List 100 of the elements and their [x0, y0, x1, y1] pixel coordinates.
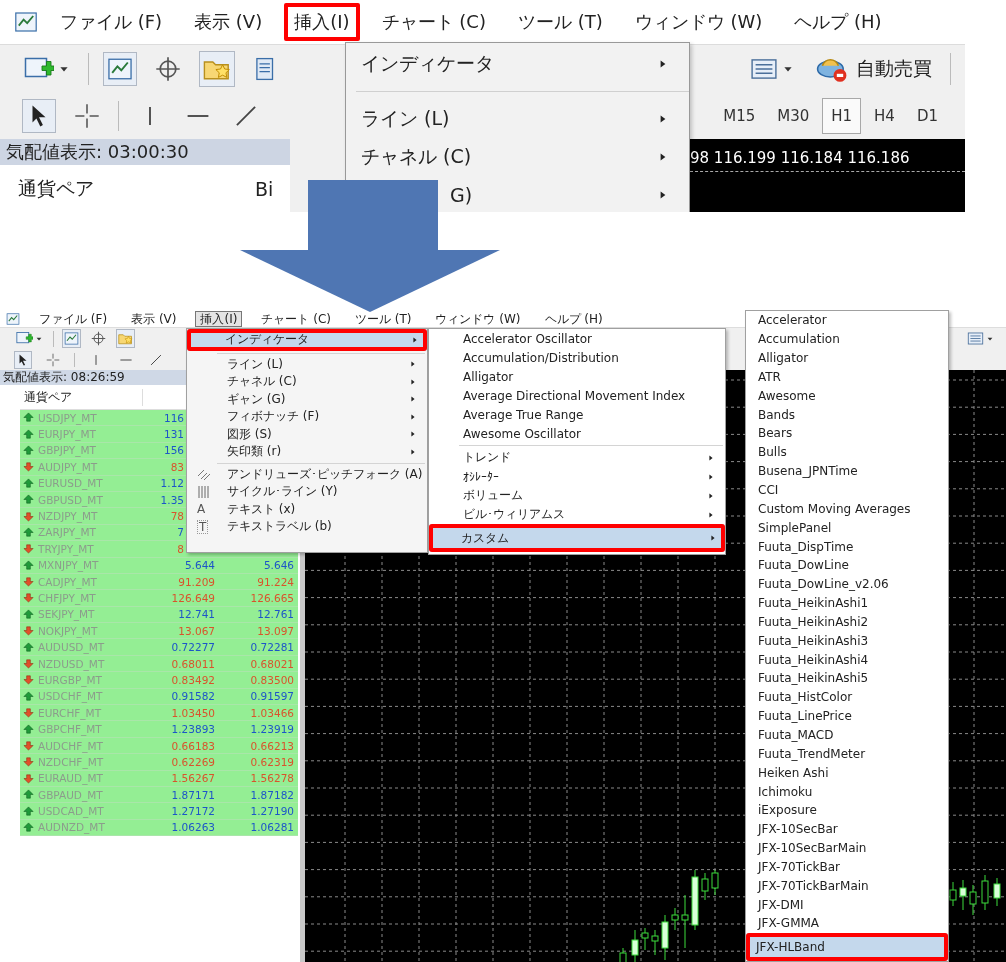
menu-item[interactable]: Fuuta_LinePrice: [748, 706, 946, 726]
menu-bar-item[interactable]: ヘルプ (H): [784, 3, 892, 41]
menu-bar-item[interactable]: ウィンドウ (W): [624, 3, 773, 41]
menu-item[interactable]: JFX-HLBand: [746, 932, 948, 961]
menu-item[interactable]: Bears: [748, 424, 946, 443]
symbol-label: EURUSD_MT: [38, 477, 103, 490]
menu-item[interactable]: カスタム: [429, 524, 725, 552]
bid-cell-text: 0.66183: [170, 739, 216, 752]
menu-item[interactable]: インディケータ: [361, 51, 494, 77]
market-watch-row[interactable]: USDCAD_MT 1.27172 1.27190: [20, 803, 298, 820]
bid-cell-text: 116: [162, 411, 185, 424]
menu-item[interactable]: G): [450, 184, 473, 206]
bid-cell-text: 8: [176, 542, 185, 555]
ask-cell-text: 0.66213: [249, 739, 295, 752]
timeframe-button[interactable]: D1: [907, 98, 947, 134]
menu-item[interactable]: Fuuta_DowLine_v2.06: [748, 574, 946, 594]
menu-bar-item[interactable]: ヘルプ (H): [539, 310, 608, 327]
menu-item[interactable]: Busena_JPNTime: [748, 461, 946, 481]
menu-item[interactable]: ｵｼﾚｰﾀｰ: [431, 467, 723, 486]
symbol-label: AUDUSD_MT: [38, 641, 105, 654]
menu-item[interactable]: JFX-GMMA: [748, 914, 946, 933]
auto-trading-button[interactable]: 自動売買: [812, 49, 936, 89]
menu-item[interactable]: ギャン (G): [189, 390, 425, 408]
market-watch-row[interactable]: AUDUSD_MT 0.72277 0.72281: [20, 639, 298, 656]
menu-item[interactable]: Average Directional Movement Index: [431, 386, 723, 405]
bid-cell-text: 1.03450: [170, 706, 216, 719]
column-header[interactable]: 通貨ペア: [20, 388, 143, 406]
bid-cell-text: 0.83492: [170, 673, 216, 686]
menu-bar-item[interactable]: ツール (T): [507, 3, 613, 41]
submenu-arrow-icon: [411, 335, 419, 344]
ask-cell-text: 0.83500: [249, 673, 295, 686]
symbol-label: NOKJPY_MT: [38, 624, 98, 637]
menu-item[interactable]: Awesome Oscillator: [431, 424, 723, 443]
bid-cell-text: 1.12: [159, 477, 185, 490]
menu-item[interactable]: Accelerator Oscillator: [431, 329, 723, 348]
menu-item[interactable]: Fuuta_HeikinAshi2: [748, 612, 946, 632]
menu-item[interactable]: SimplePanel: [748, 518, 946, 538]
bid-cell-text: 7: [176, 526, 185, 539]
menu-item[interactable]: Fuuta_HistColor: [748, 687, 946, 707]
bid-cell-text: 91.209: [177, 575, 216, 588]
menu-item[interactable]: ATR: [748, 367, 946, 387]
menu-item[interactable]: インディケータ: [187, 329, 427, 351]
menu-bar-item[interactable]: ツール (T): [349, 310, 417, 327]
menu-item[interactable]: Fuuta_MACD: [748, 725, 946, 745]
column-header[interactable]: Bi: [236, 177, 290, 200]
menu-item[interactable]: Fuuta_HeikinAshi1: [748, 593, 946, 613]
market-watch-row[interactable]: GBPCHF_MT 1.23893 1.23919: [20, 721, 298, 738]
timeframe-button[interactable]: M30: [768, 98, 819, 134]
cycle-lines-icon: [197, 484, 211, 499]
menu-item[interactable]: Average True Range: [431, 405, 723, 424]
menu-bar-item[interactable]: ファイル (F): [34, 310, 113, 327]
bid-cell-text: 0.62269: [170, 755, 216, 768]
symbol-label: USDCHF_MT: [38, 690, 103, 703]
menu-item[interactable]: Awesome: [748, 386, 946, 406]
menu-item[interactable]: JFX-DMI: [748, 895, 946, 914]
menu-item[interactable]: iExposure: [748, 800, 946, 820]
menu-item[interactable]: Accumulation: [748, 329, 946, 349]
menu-item[interactable]: JFX-70TickBarMain: [748, 876, 946, 896]
menu-item[interactable]: ライン (L): [189, 355, 425, 373]
ask-cell-text: 1.23919: [249, 723, 295, 736]
menu-item[interactable]: Alligator: [748, 348, 946, 368]
menu-item[interactable]: ビル･ウィリアムス: [431, 505, 723, 524]
chart-window-icon[interactable]: [6, 311, 20, 326]
menu-item[interactable]: JFX-10SecBar: [748, 819, 946, 839]
menu-item[interactable]: トレンド: [431, 448, 723, 467]
menu-item[interactable]: ボリューム: [431, 486, 723, 505]
menu-item[interactable]: Heiken Ashi: [748, 763, 946, 783]
menu-bar-item[interactable]: ファイル (F): [50, 3, 173, 41]
menu-bar-item[interactable]: 挿入(I): [195, 310, 243, 327]
timeframe-button[interactable]: M15: [714, 98, 765, 134]
chart-window-icon[interactable]: [14, 10, 38, 34]
menu-item[interactable]: Bands: [748, 405, 946, 425]
menu-bar-item[interactable]: チャート (C): [371, 3, 496, 41]
menu-item[interactable]: Fuuta_TrendMeter: [748, 744, 946, 764]
menu-item[interactable]: ライン (L): [361, 106, 450, 132]
column-header[interactable]: 通貨ペア: [0, 175, 237, 202]
menu-item[interactable]: Accelerator: [748, 311, 946, 330]
menu-item[interactable]: Ichimoku: [748, 782, 946, 801]
timeframe-button[interactable]: H4: [865, 98, 904, 134]
menu-item[interactable]: CCI: [748, 480, 946, 500]
menu-item[interactable]: Fuuta_HeikinAshi4: [748, 650, 946, 670]
menu-item[interactable]: Alligator: [431, 367, 723, 386]
menu-bar-item[interactable]: 挿入(I): [284, 3, 360, 41]
menu-item[interactable]: Fuuta_HeikinAshi3: [748, 631, 946, 651]
menu-item[interactable]: Accumulation/Distribution: [431, 348, 723, 367]
menu-item[interactable]: JFX-70TickBar: [748, 857, 946, 877]
menu-item[interactable]: Fuuta_DowLine: [748, 555, 946, 575]
menu-bar-item[interactable]: ウィンドウ (W): [430, 310, 526, 327]
menu-bar-item[interactable]: 表示 (V): [126, 310, 182, 327]
bid-cell-text: 5.644: [183, 559, 216, 572]
menu-item[interactable]: JFX-10SecBarMain: [748, 838, 946, 858]
text-label-icon: T: [197, 519, 209, 534]
menu-bar-item[interactable]: チャート (C): [256, 310, 336, 327]
menu-item[interactable]: Fuuta_HeikinAshi5: [748, 669, 946, 688]
menu-item[interactable]: Custom Moving Averages: [748, 499, 946, 519]
menu-bar-item[interactable]: 表示 (V): [184, 3, 273, 41]
menu-item[interactable]: Bulls: [748, 442, 946, 462]
timeframe-button[interactable]: H1: [822, 98, 862, 134]
menu-item[interactable]: Fuuta_DispTime: [748, 537, 946, 556]
menu-item[interactable]: チャネル (C): [361, 144, 472, 170]
